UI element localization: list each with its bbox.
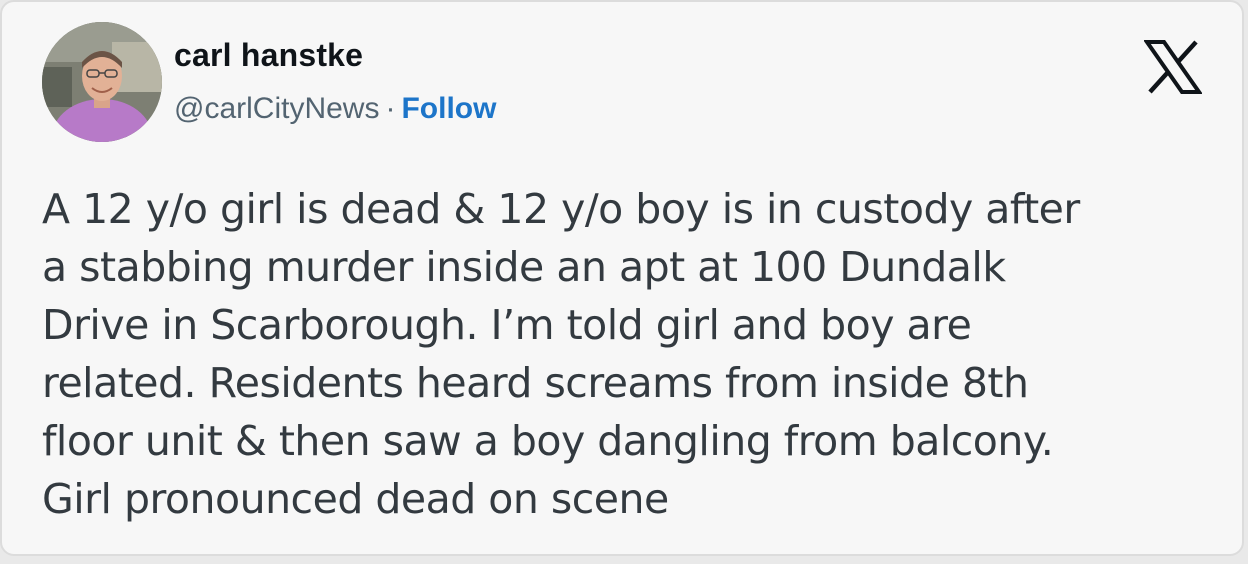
tweet-line: a stabbing murder inside an apt at 100 D… [42,243,1006,291]
tweet-body: A 12 y/o girl is dead & 12 y/o boy is in… [42,180,1222,528]
follow-button[interactable]: Follow [401,92,496,125]
author-handle-line: @carlCityNews · Follow [174,92,496,126]
handle-separator: · [385,92,396,125]
tweet-line: related. Residents heard screams from in… [42,359,1029,407]
tweet-line: Drive in Scarborough. I’m told girl and … [42,301,972,349]
profile-photo-icon [42,22,162,142]
author-handle[interactable]: @carlCityNews [174,92,379,125]
tweet-line: floor unit & then saw a boy dangling fro… [42,417,1054,465]
tweet-line: A 12 y/o girl is dead & 12 y/o boy is in… [42,185,1080,233]
author-avatar[interactable] [42,22,162,142]
tweet-card: carl hanstke @carlCityNews · Follow A 12 y… [0,0,1244,556]
author-display-name[interactable]: carl hanstke [174,37,363,74]
x-logo-icon[interactable] [1144,40,1202,94]
tweet-line: Girl pronounced dead on scene [42,475,669,523]
